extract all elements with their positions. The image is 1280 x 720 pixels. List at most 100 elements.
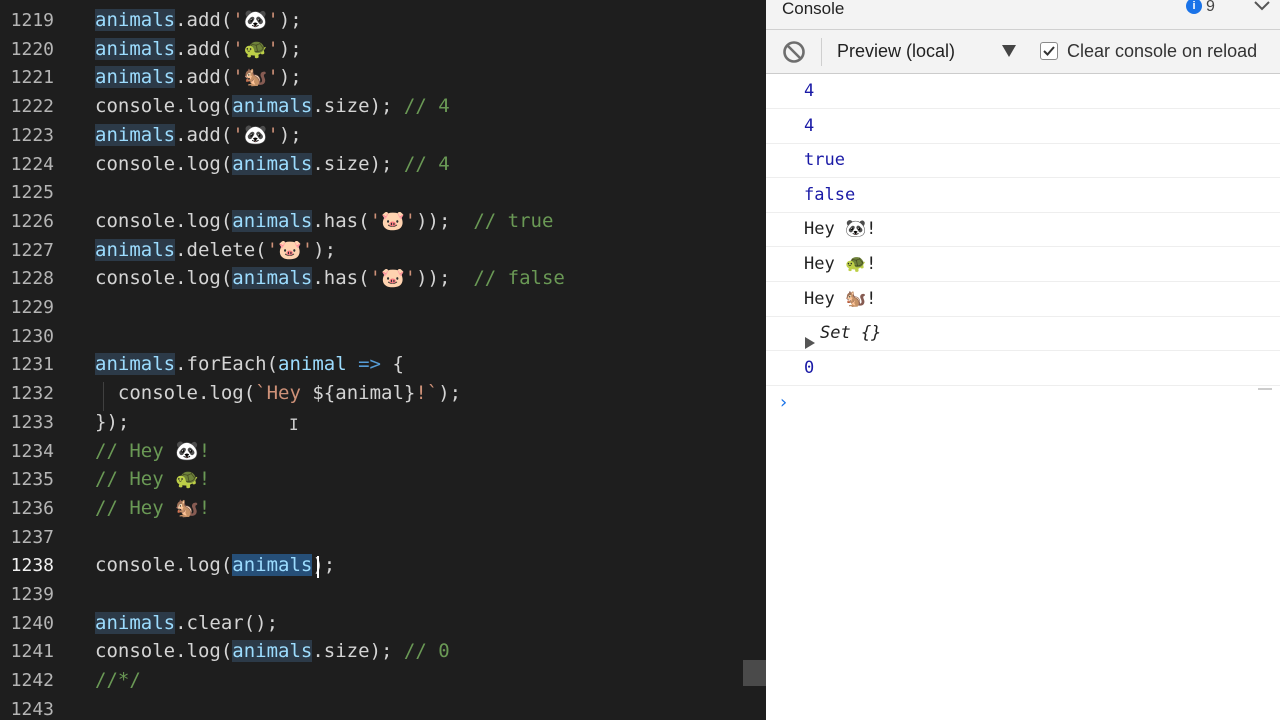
code-token: animals [232, 209, 313, 232]
code-line[interactable]: 1239 [0, 580, 766, 609]
code-token: '🐿️' [232, 66, 279, 89]
code-text: console.log(animals.size); // 4 [95, 150, 450, 179]
code-line[interactable]: 1223 animals.add('🐼'); [0, 121, 766, 150]
code-line[interactable]: 1230 [0, 322, 766, 351]
code-text: animals.add('🐢'); [95, 35, 302, 64]
code-line[interactable]: 1220 animals.add('🐢'); [0, 35, 766, 64]
line-number: 1235 [10, 469, 54, 491]
code-line[interactable]: 1234 // Hey 🐼! [0, 437, 766, 466]
console-message: Hey 🐿️! [766, 282, 1280, 317]
code-token: )); [416, 209, 474, 232]
code-line[interactable]: 1242 //*/ [0, 666, 766, 695]
code-line[interactable]: 1237 [0, 523, 766, 552]
code-token: }); [95, 410, 130, 433]
code-token: animals [232, 95, 313, 118]
code-line[interactable]: 1221 animals.add('🐿️'); [0, 63, 766, 92]
code-text: console.log(animals.has('🐷')); // false [95, 264, 565, 293]
execution-context-select[interactable]: Preview (local) [837, 36, 1017, 68]
code-line[interactable]: 1226 console.log(animals.has('🐷')); // tr… [0, 207, 766, 236]
code-line[interactable]: 1229 [0, 293, 766, 322]
code-token: // Hey 🐢! [95, 468, 211, 491]
expand-triangle-icon[interactable] [804, 327, 816, 350]
console-message: 0 [766, 351, 1280, 386]
console-message[interactable]: Set {} [766, 316, 1280, 352]
code-line[interactable]: 1224 console.log(animals.size); // 4 [0, 150, 766, 179]
code-line[interactable]: 1233}); [0, 408, 766, 437]
console-tab[interactable]: Console [782, 0, 844, 18]
code-token: // 0 [403, 640, 450, 663]
code-token: animal [278, 353, 347, 376]
code-line[interactable]: 1240 animals.clear(); [0, 609, 766, 638]
code-text: // Hey 🐢! [95, 465, 210, 494]
code-line[interactable]: 1219 animals.add('🐼'); [0, 6, 766, 35]
code-text: animals.delete('🐷'); [95, 236, 336, 265]
code-token: animals [95, 353, 176, 376]
code-line[interactable]: 1235 // Hey 🐢! [0, 465, 766, 494]
console-message: 4 [766, 109, 1280, 144]
ibeam-cursor-icon: I [289, 415, 299, 434]
code-line[interactable]: 1243 [0, 695, 766, 720]
code-token: // true [473, 209, 554, 232]
code-line[interactable]: 1238 console.log(animals); [0, 551, 766, 580]
console-prompt-icon[interactable]: › [780, 392, 794, 414]
clear-console-icon[interactable] [782, 40, 806, 64]
line-number: 1227 [10, 239, 54, 261]
line-number: 1243 [10, 698, 54, 720]
code-token: ); [369, 640, 404, 663]
clear-on-reload-checkbox[interactable] [1040, 42, 1058, 60]
code-line[interactable]: 1232 console.log(`Hey ${animal}!`); [0, 379, 766, 408]
chevron-down-icon[interactable] [1252, 0, 1272, 16]
code-line[interactable]: 1227 animals.delete('🐷'); [0, 236, 766, 265]
console-message-text: 0 [804, 357, 815, 378]
code-editor[interactable]: 1219 animals.add('🐼'); 1220 animals.add('🐢'… [0, 0, 766, 720]
info-count[interactable]: 9 [1206, 0, 1215, 16]
code-line[interactable]: 1222 console.log(animals.size); // 4 [0, 92, 766, 121]
code-text: //*/ [95, 666, 141, 695]
editor-scroll-thumb[interactable] [743, 660, 766, 686]
code-token: '🐷' [266, 238, 314, 261]
code-token: .forEach( [175, 353, 279, 376]
code-token: '🐷' [369, 267, 417, 290]
code-token: !` [415, 382, 439, 405]
code-token: .size [312, 95, 370, 118]
line-number: 1223 [10, 124, 54, 146]
code-token: .add( [175, 66, 233, 89]
editor-scrollbar[interactable] [743, 0, 766, 720]
code-token: animals [232, 640, 313, 663]
line-number: 1219 [10, 10, 54, 31]
code-line[interactable]: 1231 animals.forEach(animal => { [0, 350, 766, 379]
line-number: 1237 [10, 526, 54, 548]
code-text: animals.add('🐼'); [95, 6, 302, 35]
code-token: .size [312, 152, 370, 175]
line-number: 1239 [10, 584, 54, 605]
line-number: 1241 [10, 641, 54, 663]
line-number: 1226 [10, 210, 54, 232]
code-token: .size [312, 640, 370, 663]
code-line[interactable]: 1228 console.log(animals.has('🐷')); // fa… [0, 264, 766, 293]
line-number: 1232 [10, 383, 54, 405]
code-token: ); [369, 152, 404, 175]
code-token: => [346, 353, 393, 376]
line-number: 1225 [10, 182, 54, 204]
code-token: console.log( [95, 382, 256, 405]
console-message-text[interactable]: Set {} [820, 316, 881, 350]
code-line[interactable]: 1225 [0, 178, 766, 207]
code-token: `Hey [255, 382, 313, 405]
code-text: }); [95, 408, 129, 437]
clear-on-reload-label[interactable]: Clear console on reload [1067, 41, 1257, 62]
code-token: console.log( [95, 152, 233, 175]
console-message: Hey 🐼! [766, 212, 1280, 248]
console-message-text: Hey 🐢! [804, 254, 877, 274]
code-token: animals [95, 9, 176, 31]
console-toolbar: Preview (local) Clear console on reload [766, 30, 1280, 74]
code-token: animals [232, 152, 313, 175]
code-token: '🐼' [232, 9, 279, 31]
code-line[interactable]: 1241 console.log(animals.size); // 0 [0, 637, 766, 666]
line-number: 1228 [10, 268, 54, 290]
code-token: animal [335, 382, 404, 405]
console-scroll-marker [1258, 388, 1272, 390]
console-tab-bar: Console i 9 [766, 0, 1280, 30]
code-line[interactable]: 1236 // Hey 🐿️! [0, 494, 766, 523]
info-icon[interactable]: i [1186, 0, 1202, 14]
code-text: animals.add('🐿️'); [95, 63, 302, 92]
